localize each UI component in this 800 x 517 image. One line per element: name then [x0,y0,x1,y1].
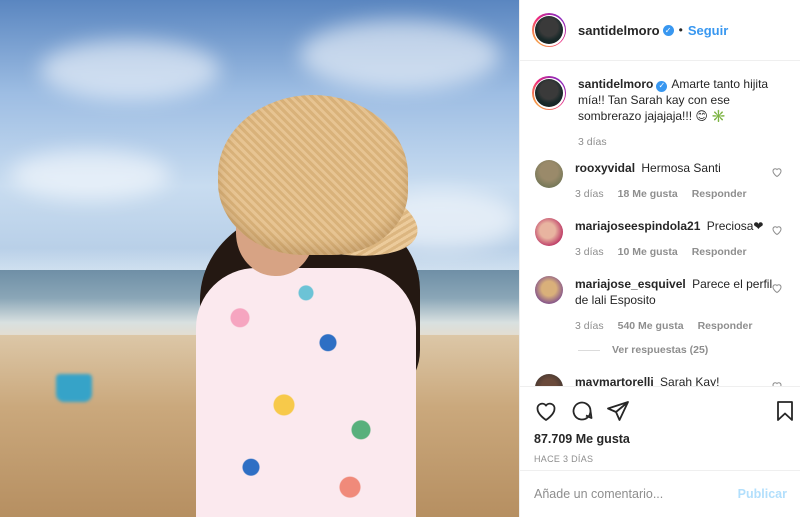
girl-rash-guard [196,268,416,517]
reply-button[interactable]: Responder [698,318,753,334]
replies-divider [578,349,600,351]
commenter-avatar[interactable] [535,160,563,188]
like-comment-heart-icon[interactable] [771,166,783,178]
post-side-panel: santidelmoro ✓ • Seguir santidelmoro ✓ Ama… [519,0,800,517]
comment-username[interactable]: rooxyvidal [575,161,635,175]
comment-time[interactable]: 3 días [575,244,604,260]
cloud [300,20,500,90]
comments-list[interactable]: santidelmoro ✓ Amarte tanto hijita mía!! T… [520,62,800,386]
paper-plane-icon[interactable] [606,399,630,423]
comment-text: Preciosa❤ [706,219,764,233]
add-comment-bar: Publicar [520,470,800,517]
like-comment-heart-icon[interactable] [771,224,783,236]
like-comment-heart-icon[interactable] [771,282,783,294]
post-photo[interactable] [0,0,519,517]
author-avatar[interactable] [532,13,566,47]
view-replies-label: Ver respuestas (25) [612,344,709,356]
comment-username[interactable]: mariajoseespindola21 [575,219,700,233]
author-username[interactable]: santidelmoro [578,23,660,38]
comment-time[interactable]: 3 días [575,186,604,202]
comment-username[interactable]: mariajose_esquivel [575,277,686,291]
commenter-avatar[interactable] [535,374,563,386]
caption: santidelmoro ✓ Amarte tanto hijita mía!! T… [532,76,785,150]
follow-button[interactable]: Seguir [688,23,728,38]
caption-username[interactable]: santidelmoro [578,77,653,91]
bookmark-icon[interactable] [773,399,797,423]
comment-time[interactable]: 3 días [575,318,604,334]
comment-item: mariajose_esquivel Parece el perfil de l… [532,276,785,334]
separator-dot: • [678,23,683,37]
view-replies-button[interactable]: Ver respuestas (25) [578,344,785,356]
comment-item: maymartorelli Sarah Kay! [532,374,785,386]
straw-hat [218,95,408,255]
publish-button[interactable]: Publicar [738,487,787,501]
caption-avatar[interactable] [532,76,566,110]
post-actions: 87.709 Me gusta HACE 3 DÍAS [520,386,800,470]
heart-icon[interactable] [534,399,558,423]
comment-item: rooxyvidal Hermosa Santi 3 días 18 Me gu… [532,160,785,202]
comment-bubble-icon[interactable] [570,399,594,423]
instagram-post-view: santidelmoro ✓ • Seguir santidelmoro ✓ Ama… [0,0,800,517]
comment-input[interactable] [534,487,738,501]
comment-likes[interactable]: 540 Me gusta [618,318,684,334]
action-icons [534,399,787,423]
verified-badge-icon: ✓ [656,80,668,92]
likes-count[interactable]: 87.709 Me gusta [534,432,787,446]
cloud [40,40,220,100]
post-header: santidelmoro ✓ • Seguir [520,0,800,61]
commenter-avatar[interactable] [535,276,563,304]
cloud [10,150,170,200]
comment-text: Sarah Kay! [660,375,720,386]
comment-username[interactable]: maymartorelli [575,375,654,386]
commenter-avatar[interactable] [535,218,563,246]
caption-time[interactable]: 3 días [578,134,607,150]
comment-likes[interactable]: 10 Me gusta [618,244,678,260]
comment-likes[interactable]: 18 Me gusta [618,186,678,202]
toy-bucket [56,374,92,402]
verified-badge-icon: ✓ [662,24,674,36]
reply-button[interactable]: Responder [692,244,747,260]
reply-button[interactable]: Responder [692,186,747,202]
comment-item: mariajoseespindola21 Preciosa❤ 3 días 10… [532,218,785,260]
post-date[interactable]: HACE 3 DÍAS [534,454,787,464]
comment-text: Hermosa Santi [641,161,721,175]
